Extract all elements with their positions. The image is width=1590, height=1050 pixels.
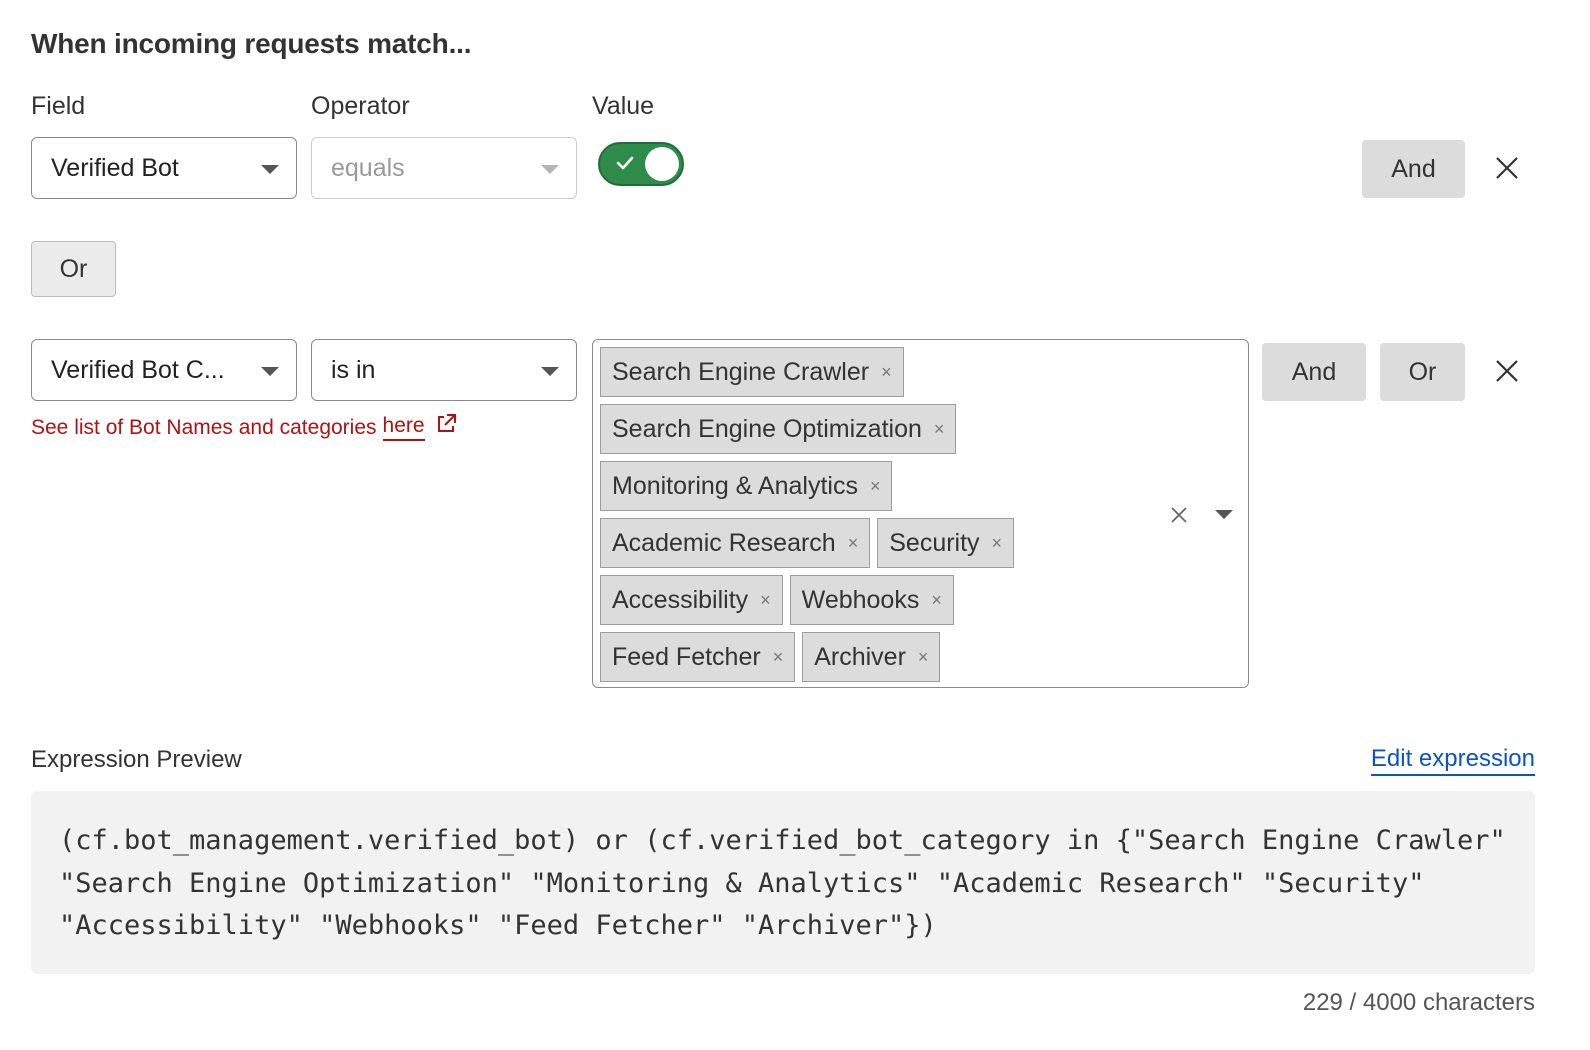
tag-label: Feed Fetcher [612,642,761,671]
field-select-value: Verified Bot C... [51,355,225,384]
field-column-label: Field [31,92,86,120]
tag-label: Search Engine Crawler [612,357,870,386]
value-tag: Accessibility × [600,575,783,625]
value-tag: Archiver × [802,632,941,682]
tag-remove-icon[interactable]: × [870,476,881,497]
close-icon[interactable] [1493,154,1521,182]
toggle-knob [645,147,679,181]
tag-list: Search Engine Crawler × Search Engine Opti… [600,347,1140,682]
field-select-row2[interactable]: Verified Bot C... [31,339,297,401]
value-tag: Security × [877,518,1015,568]
tag-label: Security [889,528,980,557]
value-tag: Monitoring & Analytics × [600,461,893,511]
hint-link[interactable]: here [382,414,425,441]
and-button-row2[interactable]: And [1262,343,1366,401]
tag-remove-icon[interactable]: × [773,647,784,668]
caret-down-icon [541,165,559,174]
caret-down-icon [541,367,559,376]
field-select-row1[interactable]: Verified Bot [31,137,297,199]
operator-select-value: equals [331,153,405,182]
caret-down-icon [261,165,279,174]
value-tag: Search Engine Optimization × [600,404,957,454]
operator-column-label: Operator [311,92,410,120]
tag-label: Accessibility [612,585,749,614]
tag-remove-icon[interactable]: × [760,590,771,611]
tag-remove-icon[interactable]: × [992,533,1003,554]
external-link-icon[interactable] [435,413,457,435]
tag-remove-icon[interactable]: × [881,362,892,383]
character-count: 229 / 4000 characters [1302,989,1535,1016]
tag-label: Academic Research [612,528,836,557]
value-tag: Search Engine Crawler × [600,347,904,397]
value-tag: Webhooks × [789,575,954,625]
bot-list-hint: See list of Bot Names and categories her… [31,413,457,441]
section-heading: When incoming requests match... [31,28,472,59]
tag-label: Search Engine Optimization [612,414,922,443]
operator-select-value: is in [331,355,376,384]
value-multiselect[interactable]: Search Engine Crawler × Search Engine Opti… [592,339,1249,688]
operator-select-row1[interactable]: equals [311,137,577,199]
tag-remove-icon[interactable]: × [848,533,859,554]
tag-label: Archiver [814,642,906,671]
close-icon[interactable] [1493,357,1521,385]
value-tag: Academic Research × [600,518,871,568]
tag-remove-icon[interactable]: × [934,419,945,440]
field-select-value: Verified Bot [51,153,179,182]
clear-icon[interactable] [1170,506,1188,524]
and-button-row1[interactable]: And [1362,140,1465,198]
check-icon [616,156,634,170]
value-tag: Feed Fetcher × [600,632,796,682]
tag-remove-icon[interactable]: × [918,647,929,668]
value-column-label: Value [592,92,655,120]
expression-preview-label: Expression Preview [31,746,242,773]
hint-text: See list of Bot Names and categories [31,415,377,439]
edit-expression-link[interactable]: Edit expression [1370,745,1535,776]
tag-remove-icon[interactable]: × [931,590,942,611]
or-group-button[interactable]: Or [31,241,116,297]
tag-label: Webhooks [801,585,920,614]
expression-preview: (cf.bot_management.verified_bot) or (cf.… [31,791,1535,974]
operator-select-row2[interactable]: is in [311,339,577,401]
value-toggle[interactable] [598,142,684,186]
caret-down-icon [261,367,279,376]
caret-down-icon[interactable] [1215,510,1233,519]
tag-label: Monitoring & Analytics [612,471,858,500]
or-button-row2[interactable]: Or [1380,343,1465,401]
